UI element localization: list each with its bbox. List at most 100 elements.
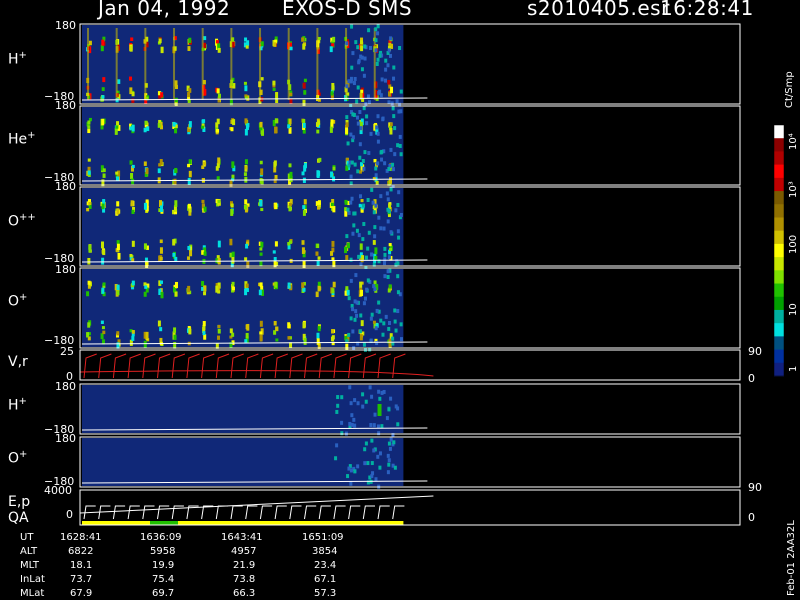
flux-pixel <box>394 208 398 213</box>
flux-pixel <box>360 209 364 213</box>
flux-pixel <box>369 423 373 428</box>
flux-pixel <box>101 287 105 294</box>
panel-label-vr: V,r <box>8 354 28 370</box>
eph-c3-mlt: 21.9 <box>233 560 256 571</box>
flux-pixel <box>399 212 403 217</box>
colorbar-tick-1000: 10³ <box>788 181 799 198</box>
flux-pixel <box>160 46 164 54</box>
flux-pixel <box>115 125 119 129</box>
flux-pixel <box>188 159 192 165</box>
flux-pixel <box>201 119 205 124</box>
colorbar-cell <box>774 230 784 245</box>
flux-pixel <box>340 420 344 425</box>
flux-pixel <box>398 143 402 148</box>
flux-pixel <box>131 330 135 334</box>
flux-pixel <box>188 170 192 178</box>
flux-pixel <box>391 106 395 111</box>
colorbar-cell <box>774 164 784 179</box>
flux-pixel <box>377 215 381 220</box>
flux-pixel <box>386 453 390 458</box>
flux-pixel <box>380 77 384 82</box>
flux-pixel <box>358 329 362 334</box>
flux-pixel <box>332 36 336 43</box>
flux-pixel <box>217 157 221 164</box>
ep-trend <box>79 495 434 514</box>
flux-pixel <box>340 431 344 436</box>
tick-top-4: 180 <box>55 263 76 276</box>
flux-pixel <box>378 465 382 470</box>
flux-pixel <box>102 77 106 83</box>
flux-pixel <box>359 54 363 59</box>
flux-pixel <box>387 209 391 214</box>
flux-pixel <box>380 390 384 395</box>
flux-pixel <box>114 128 118 135</box>
flux-pixel <box>373 234 377 239</box>
flux-pixel <box>173 334 177 340</box>
colorbar-cell <box>774 138 784 152</box>
flux-pixel <box>302 205 306 210</box>
flux-pixel <box>216 176 220 181</box>
flux-pixel <box>345 122 349 128</box>
header-time: 16:28:41 <box>660 0 754 20</box>
flux-pixel <box>302 177 306 183</box>
eph-c1-inlat: 73.7 <box>70 574 93 585</box>
flux-pixel <box>357 233 361 238</box>
flux-pixel <box>352 81 356 86</box>
tick-bottom-8: 0 <box>66 508 73 521</box>
vr-trend <box>79 370 434 377</box>
flux-pixel <box>387 166 391 171</box>
flux-pixel <box>302 82 306 89</box>
flux-pixel <box>388 446 392 451</box>
flux-pixel <box>346 289 350 295</box>
right-tick-bottom-ep: 0 <box>748 511 755 524</box>
flux-streak <box>316 28 319 100</box>
flux-pixel <box>353 469 357 474</box>
flux-pixel <box>272 250 276 254</box>
flux-pixel <box>387 441 391 446</box>
flux-pixel <box>396 203 400 208</box>
right-tick-top-vr: 90 <box>748 345 762 358</box>
eph-c4-mlat: 57.3 <box>314 588 337 599</box>
flux-pixel <box>359 334 363 341</box>
flux-pixel <box>345 127 349 134</box>
flux-pixel <box>376 31 380 36</box>
flux-pixel <box>392 65 396 70</box>
flux-pixel <box>345 115 349 120</box>
flux-pixel <box>174 291 178 297</box>
flux-pixel <box>131 178 135 185</box>
flux-streak <box>144 28 147 100</box>
flux-pixel <box>377 431 381 436</box>
flux-pixel <box>201 199 205 204</box>
flux-pixel <box>243 81 247 85</box>
flux-pixel <box>376 139 380 144</box>
flux-pixel <box>357 58 361 63</box>
flux-pixel <box>87 170 91 175</box>
flux-pixel <box>275 326 279 332</box>
flux-streak <box>287 28 290 100</box>
flux-pixel <box>349 174 353 179</box>
eph-c2-alt: 5958 <box>150 546 176 557</box>
flux-pixel <box>259 252 263 256</box>
flux-pixel <box>373 280 377 285</box>
panel-label-o-plus: O+ <box>8 292 28 310</box>
flux-pixel <box>329 126 333 133</box>
flux-pixel <box>356 45 360 50</box>
flux-pixel <box>331 329 335 334</box>
flux-streak <box>173 28 176 100</box>
eph-c4-alt: 3854 <box>312 546 338 557</box>
flux-pixel <box>345 343 349 350</box>
flux-pixel <box>387 255 391 260</box>
colorbar-tick-10: 10 <box>788 303 799 316</box>
flux-pixel <box>245 45 249 49</box>
flux-streak <box>201 28 204 100</box>
flux-pixel <box>273 178 277 184</box>
flux-pixel <box>383 246 387 251</box>
flux-pixel <box>346 207 350 212</box>
flux-pixel <box>229 328 233 334</box>
flux-pixel <box>363 461 367 466</box>
flux-pixel <box>116 243 120 250</box>
flux-pixel <box>358 203 362 208</box>
flux-pixel <box>383 261 387 266</box>
flux-pixel <box>369 131 373 136</box>
flux-pixel <box>374 166 378 171</box>
